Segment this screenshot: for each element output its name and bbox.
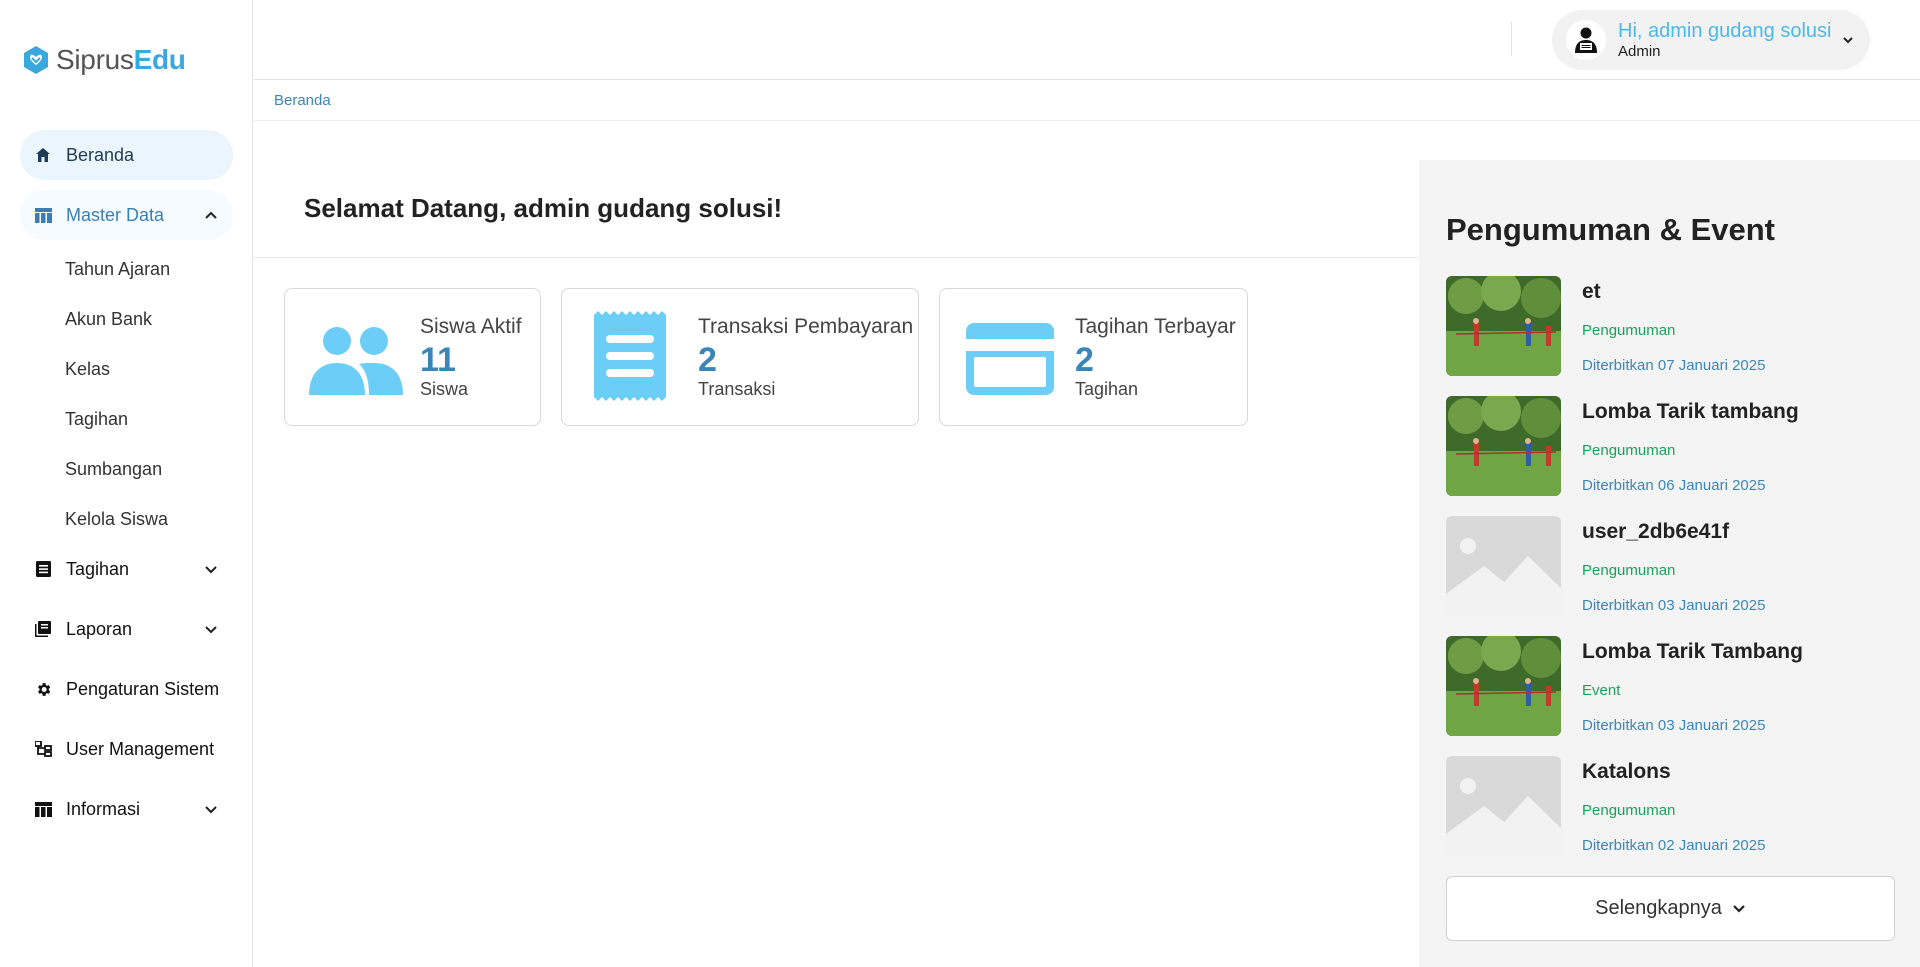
stat-value: 11 <box>420 341 456 379</box>
receipt-icon <box>34 560 52 578</box>
chevron-down-icon <box>1733 904 1745 913</box>
news-thumbnail <box>1446 276 1561 376</box>
stat-card-tagihan-terbayar[interactable]: Tagihan Terbayar 2 Tagihan <box>939 288 1248 426</box>
chevron-down-icon <box>205 806 217 814</box>
news-category: Event <box>1582 682 1621 699</box>
logo-icon <box>24 46 48 74</box>
receipt-icon <box>594 311 666 401</box>
table-icon <box>34 206 52 224</box>
table-icon <box>34 800 52 818</box>
submenu-item-kelas[interactable]: Kelas <box>20 344 233 394</box>
user-icon <box>1575 27 1597 53</box>
divider <box>1511 22 1512 56</box>
news-thumbnail <box>1446 636 1561 736</box>
page-title: Selamat Datang, admin gudang solusi! <box>304 193 783 223</box>
user-greeting: Hi, admin gudang solusi <box>1618 20 1832 42</box>
see-more-button[interactable]: Selengkapnya <box>1446 876 1895 941</box>
news-title: Lomba Tarik Tambang <box>1582 640 1803 663</box>
sidebar-item-label: User Management <box>66 738 215 759</box>
stat-card-transaksi-pembayaran[interactable]: Transaksi Pembayaran 2 Transaksi <box>561 288 919 426</box>
stat-card-siswa-aktif[interactable]: Siswa Aktif 11 Siswa <box>284 288 541 426</box>
stat-unit: Tagihan <box>1075 379 1139 399</box>
chevron-down-icon <box>205 626 217 634</box>
topbar: Hi, admin gudang solusi Admin <box>254 0 1920 80</box>
news-category: Pengumuman <box>1582 442 1676 459</box>
news-category: Pengumuman <box>1582 802 1676 819</box>
sidebar-item-label: Laporan <box>66 618 133 639</box>
news-date: Diterbitkan 02 Januari 2025 <box>1582 837 1766 854</box>
sidebar-item-pengaturan-sistem[interactable]: Pengaturan Sistem <box>20 664 233 714</box>
submenu-item-akun-bank[interactable]: Akun Bank <box>20 294 233 344</box>
stat-unit: Siswa <box>420 379 469 399</box>
breadcrumb: Beranda <box>254 81 1920 121</box>
sidebar-item-beranda[interactable]: Beranda <box>20 130 233 180</box>
brand-name-part2: Edu <box>133 44 186 75</box>
stat-title: Transaksi Pembayaran <box>698 315 914 338</box>
news-title: user_2db6e41f <box>1582 520 1730 543</box>
avatar <box>1566 20 1606 60</box>
sidebar-item-label: Master Data <box>66 204 165 225</box>
chevron-up-icon <box>205 211 217 219</box>
master-data-submenu: Tahun Ajaran Akun Bank Kelas Tagihan Sum… <box>20 244 233 544</box>
sidebar-item-label: Pengaturan Sistem <box>66 678 220 699</box>
stat-title: Tagihan Terbayar <box>1075 315 1236 338</box>
credit-card-icon <box>966 323 1054 395</box>
sidebar-item-master-data[interactable]: Master Data <box>20 190 233 240</box>
sidebar-item-label: Informasi <box>66 798 141 819</box>
welcome-section: Selamat Datang, admin gudang solusi! <box>254 160 1418 258</box>
sidebar-item-label: Tagihan <box>66 558 130 579</box>
gear-icon <box>34 680 52 698</box>
stat-value: 2 <box>1075 341 1094 379</box>
stat-title: Siswa Aktif <box>420 315 522 338</box>
sidebar-nav: Beranda Master Data Tahun Ajaran Akun Ba… <box>20 130 233 844</box>
see-more-label: Selengkapnya <box>1595 897 1722 919</box>
chevron-down-icon <box>1843 37 1853 44</box>
sidebar-item-laporan[interactable]: Laporan <box>20 604 233 654</box>
sidebar-item-tagihan[interactable]: Tagihan <box>20 544 233 594</box>
submenu-item-tagihan[interactable]: Tagihan <box>20 394 233 444</box>
users-icon <box>309 327 403 395</box>
news-title: Katalons <box>1582 760 1671 783</box>
news-title: Lomba Tarik tambang <box>1582 400 1799 423</box>
news-thumbnail <box>1446 396 1561 496</box>
chevron-down-icon <box>205 566 217 574</box>
brand-logo[interactable]: Siprus Edu <box>20 42 186 78</box>
news-category: Pengumuman <box>1582 322 1676 339</box>
sidebar-item-informasi[interactable]: Informasi <box>20 784 233 834</box>
brand-name-part1: Siprus <box>56 44 134 75</box>
sidebar-item-user-management[interactable]: User Management <box>20 724 233 774</box>
news-item[interactable]: et Pengumuman Diterbitkan 07 Januari 202… <box>1446 276 1886 376</box>
breadcrumb-item-beranda[interactable]: Beranda <box>274 92 331 109</box>
book-icon <box>34 620 52 638</box>
user-info: Hi, admin gudang solusi Admin <box>1618 19 1831 61</box>
panel-title: Pengumuman & Event <box>1446 212 1775 247</box>
news-item[interactable]: Katalons Pengumuman Diterbitkan 02 Janua… <box>1446 756 1886 856</box>
submenu-item-tahun-ajaran[interactable]: Tahun Ajaran <box>20 244 233 294</box>
news-item[interactable]: Lomba Tarik tambang Pengumuman Diterbitk… <box>1446 396 1886 496</box>
news-category: Pengumuman <box>1582 562 1676 579</box>
submenu-item-sumbangan[interactable]: Sumbangan <box>20 444 233 494</box>
sidebar-item-label: Beranda <box>66 144 135 165</box>
stat-value: 2 <box>698 341 717 379</box>
news-item[interactable]: user_2db6e41f Pengumuman Diterbitkan 03 … <box>1446 516 1886 616</box>
submenu-item-kelola-siswa[interactable]: Kelola Siswa <box>20 494 233 544</box>
user-role: Admin <box>1618 43 1661 60</box>
news-date: Diterbitkan 07 Januari 2025 <box>1582 357 1766 374</box>
announcement-panel: Pengumuman & Event et Pengumuman Diterbi… <box>1419 160 1920 967</box>
image-placeholder-icon <box>1446 516 1561 616</box>
stat-unit: Transaksi <box>698 379 776 399</box>
sitemap-icon <box>34 740 52 758</box>
news-date: Diterbitkan 03 Januari 2025 <box>1582 597 1766 614</box>
user-menu[interactable]: Hi, admin gudang solusi Admin <box>1552 10 1870 70</box>
news-title: et <box>1582 280 1601 303</box>
news-item[interactable]: Lomba Tarik Tambang Event Diterbitkan 03… <box>1446 636 1886 736</box>
image-placeholder-icon <box>1446 756 1561 856</box>
sidebar: Siprus Edu Beranda Master Data Tahun Ajar… <box>0 0 253 967</box>
news-date: Diterbitkan 03 Januari 2025 <box>1582 717 1766 734</box>
news-date: Diterbitkan 06 Januari 2025 <box>1582 477 1766 494</box>
home-icon <box>34 146 52 164</box>
